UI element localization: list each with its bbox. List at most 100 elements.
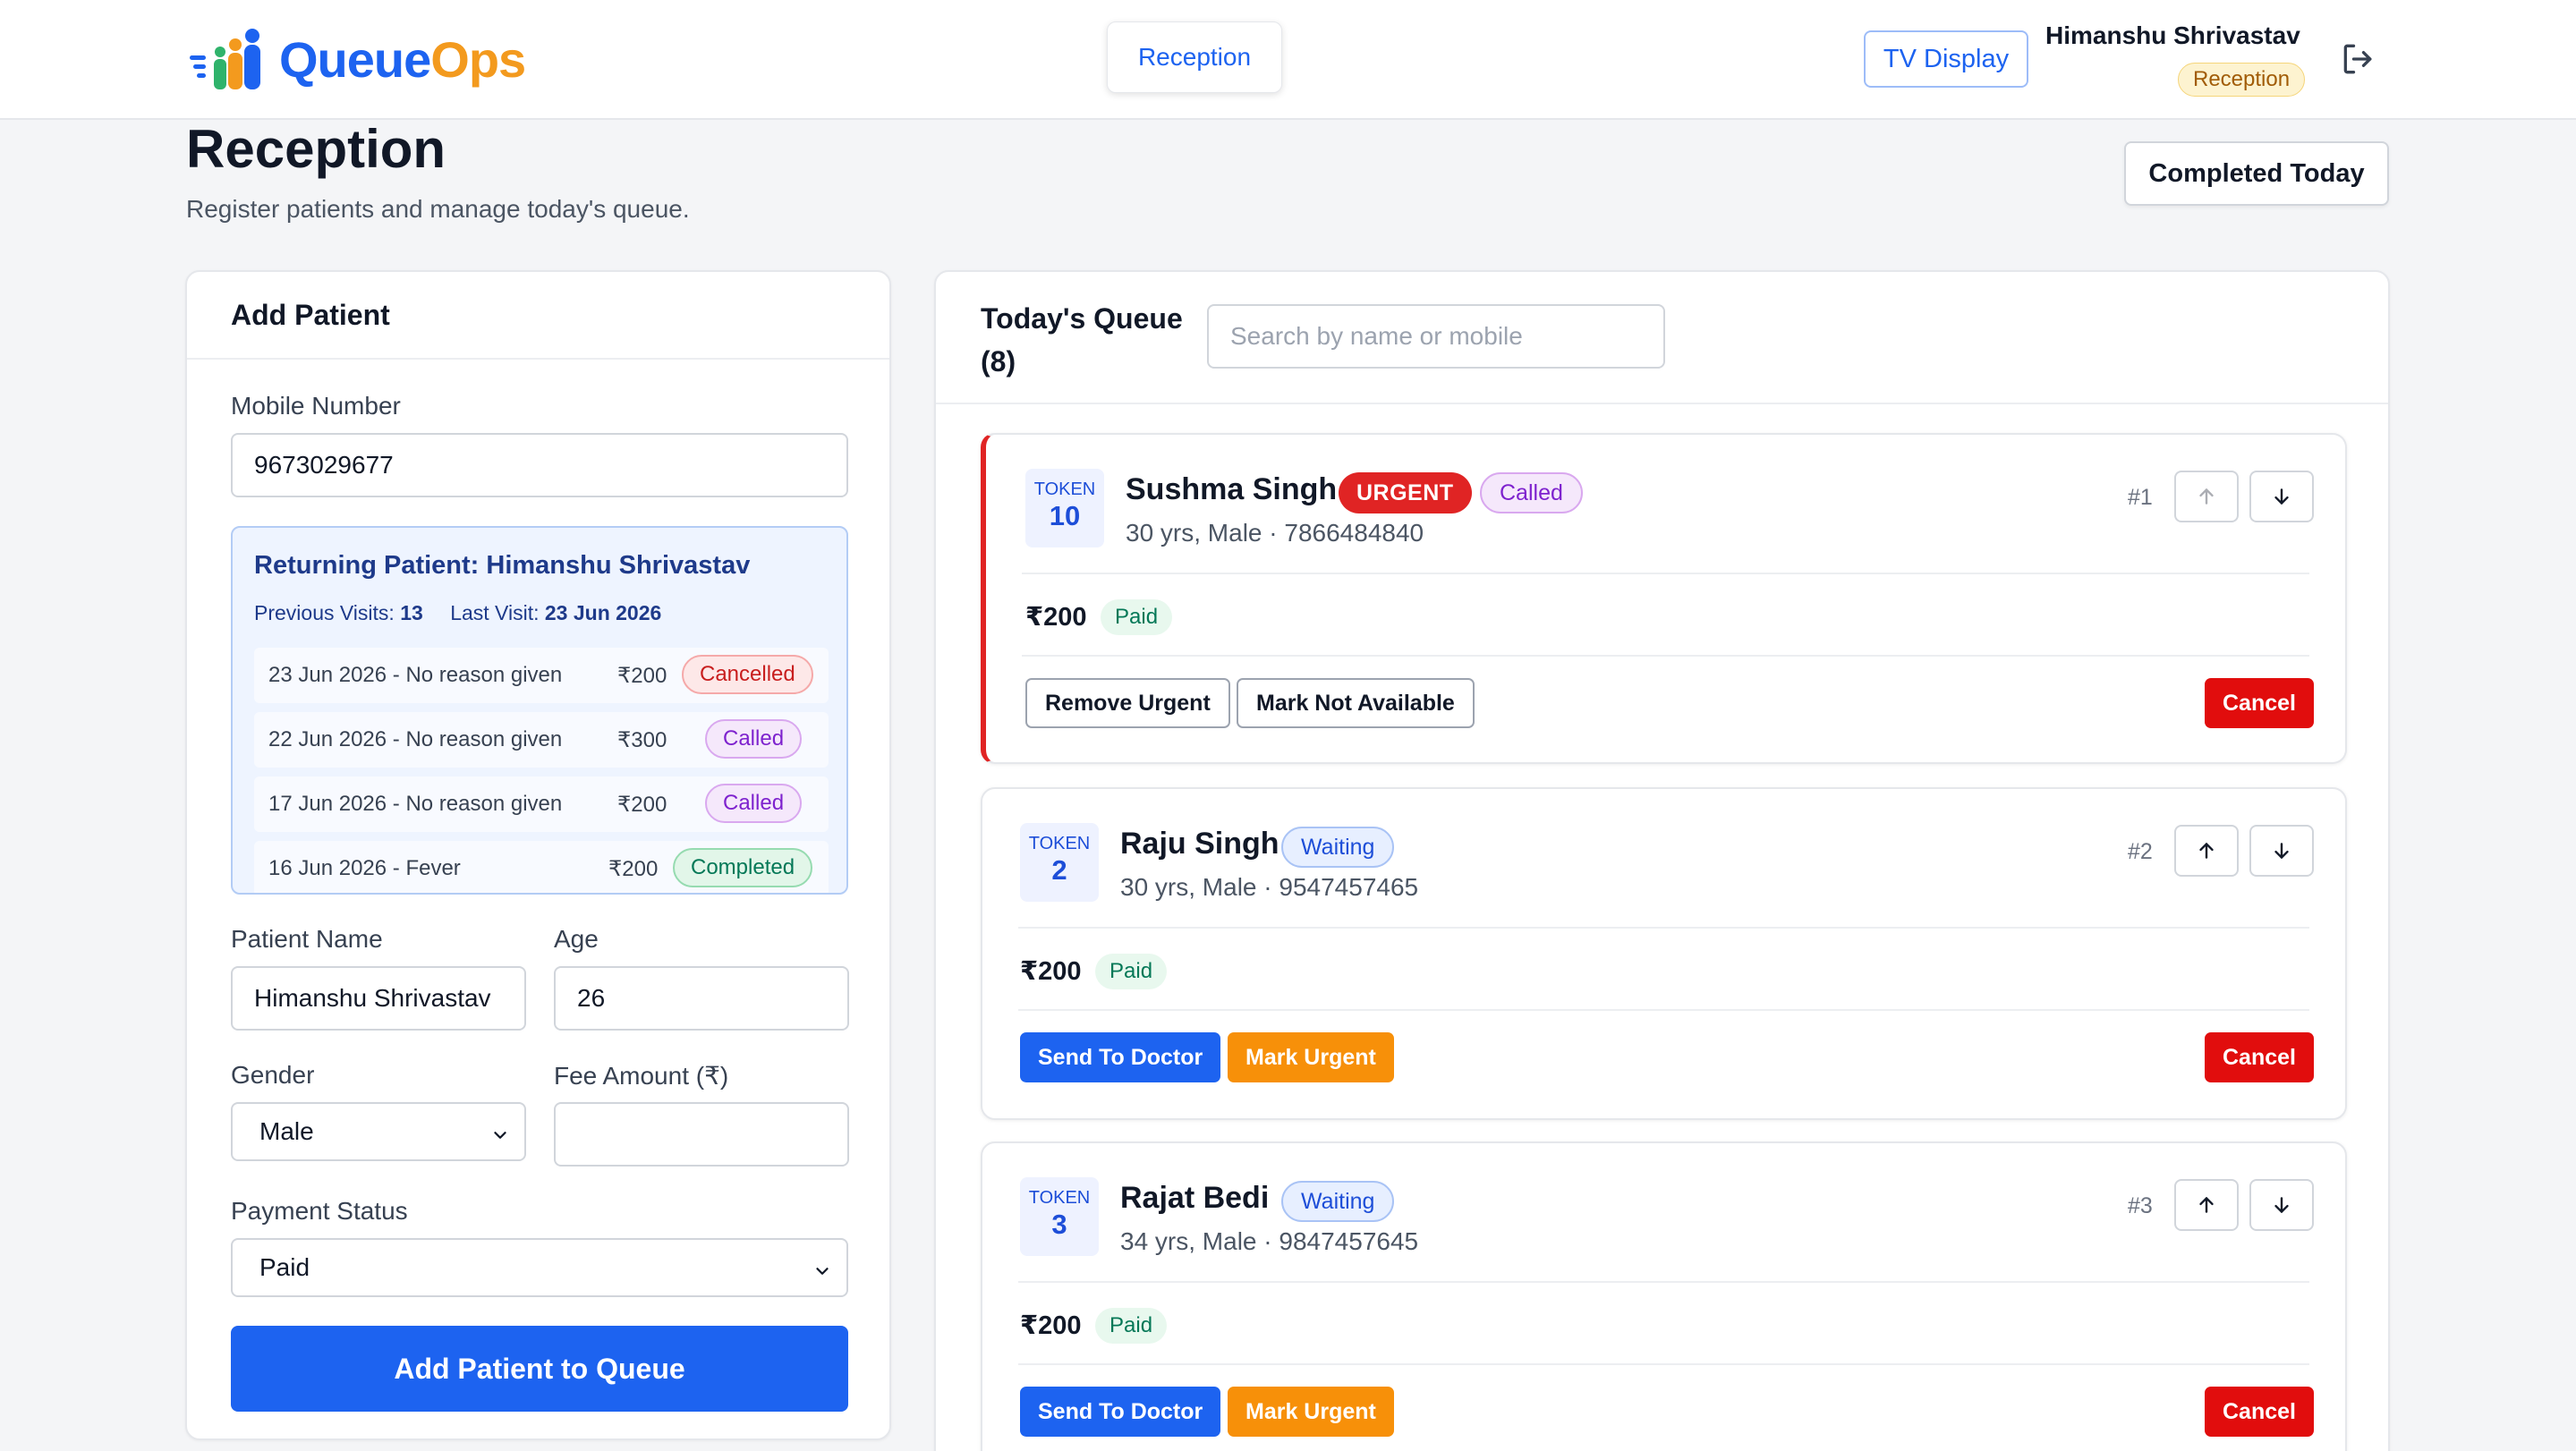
fee-label: Fee Amount (₹) <box>554 1062 729 1090</box>
arrow-down-icon <box>2274 1197 2289 1213</box>
move-down-button[interactable] <box>2249 1179 2314 1231</box>
mark-urgent-button[interactable]: Mark Urgent <box>1228 1032 1394 1082</box>
send-to-doctor-button[interactable]: Send To Doctor <box>1020 1387 1221 1437</box>
mobile-input[interactable]: 9673029677 <box>231 433 848 497</box>
mark-not-available-button[interactable]: Mark Not Available <box>1237 678 1475 728</box>
mark-urgent-button[interactable]: Mark Urgent <box>1228 1387 1394 1437</box>
payment-badge: Paid <box>1095 954 1168 989</box>
visit-desc: 16 Jun 2026 - Fever <box>268 856 461 880</box>
visit-fee: ₹200 <box>617 792 667 817</box>
move-down-button[interactable] <box>2249 471 2314 522</box>
visit-fee: ₹200 <box>617 663 667 688</box>
queue-header: Today's Queue (8) Search by name or mobi… <box>936 272 2388 404</box>
queue-search-input[interactable]: Search by name or mobile <box>1207 304 1665 369</box>
move-up-button[interactable] <box>2174 1179 2239 1231</box>
queueops-logo-icon <box>190 29 260 89</box>
visit-status-badge: Called <box>705 784 803 823</box>
payment-select-value: Paid <box>259 1253 310 1281</box>
queue-position: #3 <box>2128 1193 2153 1218</box>
patient-name: Rajat Bedi <box>1120 1181 1270 1215</box>
visit-status-badge: Completed <box>673 848 813 887</box>
user-role-badge: Reception <box>2178 63 2306 97</box>
logo-wordmark: QueueOps <box>279 30 526 88</box>
queue-count: (8) <box>981 345 1016 378</box>
visit-status-badge: Called <box>705 719 803 759</box>
token-number: 10 <box>1049 500 1081 531</box>
queue-title: Today's Queue (8) <box>981 297 1183 383</box>
arrow-up-icon <box>2199 488 2214 505</box>
page-subtitle: Register patients and manage today's que… <box>186 195 690 223</box>
status-badge: Waiting <box>1281 1181 1395 1222</box>
chevron-down-icon <box>816 1268 829 1275</box>
status-badge: Called <box>1480 472 1583 513</box>
payment-badge: Paid <box>1095 1308 1168 1344</box>
nav-tab-reception[interactable]: Reception <box>1107 21 1282 93</box>
logout-icon[interactable] <box>2339 39 2378 79</box>
cancel-button[interactable]: Cancel <box>2205 1032 2314 1082</box>
visit-desc: 23 Jun 2026 - No reason given <box>268 663 563 687</box>
returning-patient-panel: Returning Patient: Himanshu Shrivastav P… <box>231 526 848 895</box>
page-title: Reception <box>186 119 446 179</box>
divider <box>1018 1009 2309 1011</box>
token-label: TOKEN <box>1028 1188 1091 1208</box>
send-to-doctor-button[interactable]: Send To Doctor <box>1020 1032 1221 1082</box>
visit-status-badge: Cancelled <box>682 655 813 694</box>
mobile-label: Mobile Number <box>231 392 401 420</box>
fee-amount: ₹200 <box>1020 1311 1082 1340</box>
payment-status-label: Payment Status <box>231 1197 408 1225</box>
queue-item: TOKEN 3 Rajat Bedi Waiting 34 yrs, Male … <box>981 1141 2347 1451</box>
divider <box>1018 1281 2309 1283</box>
patient-name-input[interactable]: Himanshu Shrivastav <box>231 966 526 1031</box>
payment-badge: Paid <box>1101 599 1173 635</box>
patient-info: 30 yrs, Male · 9547457465 <box>1120 873 1419 901</box>
patient-info: 34 yrs, Male · 9847457645 <box>1120 1227 1419 1255</box>
last-visit-value: 23 Jun 2026 <box>544 601 662 624</box>
tv-display-button[interactable]: TV Display <box>1864 30 2028 88</box>
fee-input[interactable] <box>554 1102 849 1167</box>
divider <box>1018 1363 2309 1365</box>
prev-visits-value: 13 <box>400 601 423 624</box>
queue-item: TOKEN 2 Raju Singh Waiting 30 yrs, Male … <box>981 787 2347 1120</box>
add-patient-button[interactable]: Add Patient to Queue <box>231 1326 848 1412</box>
cancel-button[interactable]: Cancel <box>2205 678 2314 728</box>
queue-item: TOKEN 10 Sushma Singh URGENT Called 30 y… <box>981 433 2347 764</box>
arrow-up-icon <box>2199 1197 2214 1213</box>
remove-urgent-button[interactable]: Remove Urgent <box>1025 678 1230 728</box>
arrow-down-icon <box>2274 843 2289 859</box>
cancel-button[interactable]: Cancel <box>2205 1387 2314 1437</box>
token-number: 3 <box>1051 1209 1067 1240</box>
age-label: Age <box>554 925 599 953</box>
move-up-button[interactable] <box>2174 825 2239 877</box>
divider <box>1018 927 2309 929</box>
token-badge: TOKEN 10 <box>1025 469 1104 547</box>
visit-fee: ₹200 <box>608 856 659 881</box>
token-badge: TOKEN 3 <box>1020 1177 1099 1256</box>
age-input[interactable]: 26 <box>554 966 849 1031</box>
divider <box>1022 655 2309 657</box>
arrow-up-icon <box>2199 843 2214 859</box>
user-name: Himanshu Shrivastav <box>2045 21 2300 49</box>
token-badge: TOKEN 2 <box>1020 823 1099 902</box>
returning-patient-title: Returning Patient: Himanshu Shrivastav <box>254 551 751 580</box>
patient-info: 30 yrs, Male · 7866484840 <box>1126 519 1424 547</box>
top-navbar: QueueOps Reception TV Display Himanshu S… <box>0 0 2576 120</box>
patient-name-label: Patient Name <box>231 925 383 953</box>
visit-row: 23 Jun 2026 - No reason given ₹200 Cance… <box>254 648 829 703</box>
chevron-down-icon <box>494 1132 506 1139</box>
payment-status-select[interactable]: Paid <box>231 1238 848 1297</box>
app-logo[interactable]: QueueOps <box>186 23 526 95</box>
token-label: TOKEN <box>1028 834 1091 853</box>
move-down-button[interactable] <box>2249 825 2314 877</box>
arrow-down-icon <box>2274 488 2289 505</box>
visit-row: 16 Jun 2026 - Fever ₹200 Completed <box>254 841 829 893</box>
prev-visits-label: Previous Visits: <box>254 601 395 624</box>
fee-amount: ₹200 <box>1025 603 1087 632</box>
move-up-button[interactable] <box>2174 471 2239 522</box>
queue-title-text: Today's Queue <box>981 302 1183 335</box>
queue-position: #2 <box>2128 839 2153 864</box>
completed-today-button[interactable]: Completed Today <box>2124 141 2389 206</box>
gender-select[interactable]: Male <box>231 1102 526 1161</box>
divider <box>1022 573 2309 574</box>
visit-desc: 22 Jun 2026 - No reason given <box>268 727 563 751</box>
returning-patient-meta: Previous Visits: 13 Last Visit: 23 Jun 2… <box>254 601 661 625</box>
